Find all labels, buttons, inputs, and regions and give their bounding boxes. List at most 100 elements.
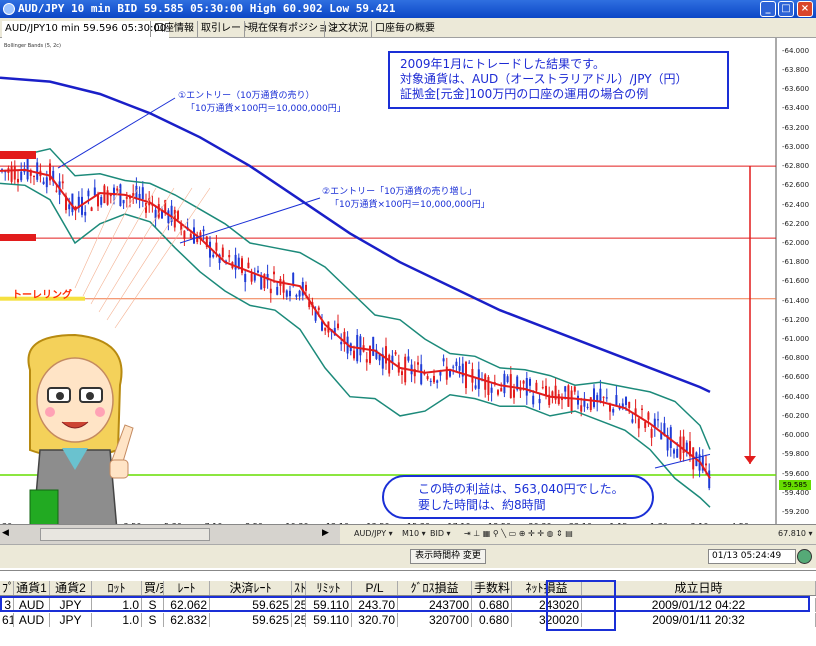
candle-body xyxy=(189,233,192,239)
side-select[interactable]: BID ▾ xyxy=(430,529,451,538)
candle-body xyxy=(468,362,471,364)
candle-body xyxy=(445,366,448,380)
candle-body xyxy=(276,286,279,295)
candle-body xyxy=(250,273,253,282)
candle-body xyxy=(532,395,535,405)
candle-body xyxy=(10,166,13,182)
candle-body xyxy=(708,470,711,489)
candle-body xyxy=(452,366,455,368)
scroll-left-icon[interactable]: ◀ xyxy=(2,528,9,538)
level-tag xyxy=(0,234,36,241)
timeframe-select[interactable]: M10 ▾ xyxy=(402,529,426,538)
candle-body xyxy=(353,350,355,359)
candle-body xyxy=(497,390,499,395)
candle-body xyxy=(669,427,672,448)
entry2-line2: 「10万通貨×100円＝10,000,000円」 xyxy=(330,200,490,210)
candle-body xyxy=(298,290,301,297)
candle-body xyxy=(673,449,675,454)
candle-body xyxy=(637,418,640,429)
chart-scrollbar[interactable]: ◀ ▶ xyxy=(0,524,340,544)
tab-account-summary[interactable]: 口座毎の概要 xyxy=(371,21,438,37)
candle-body xyxy=(586,406,589,408)
candle-body xyxy=(449,370,451,377)
current-price-tag: 59.585 xyxy=(779,480,811,490)
candle-body xyxy=(289,290,291,297)
candle-body xyxy=(529,379,531,386)
y-tick-label: -64.000 xyxy=(782,46,810,55)
table-cell: 通貨2 xyxy=(50,581,92,595)
candle-body xyxy=(503,373,506,394)
info-line: 2009年1月にトレードした結果です。 xyxy=(400,57,605,71)
candle-body xyxy=(17,178,19,183)
candle-body xyxy=(631,419,634,423)
table-header: ﾌﾟﾙ通貨1通貨2ﾛｯﾄ買/売ﾚｰﾄ決済ﾚｰﾄｽﾄｯﾌﾟﾘﾐｯﾄP/Lｸﾞﾛｽ損… xyxy=(0,581,816,596)
tab-orders[interactable]: 注文状況 xyxy=(324,21,371,37)
candle-body xyxy=(26,157,29,180)
table-cell: 1.0 xyxy=(92,613,142,627)
candle-body xyxy=(705,463,707,466)
maximize-button[interactable]: □ xyxy=(778,1,794,17)
annotation-pointer xyxy=(57,97,176,169)
candle-body xyxy=(541,387,544,389)
candle-body xyxy=(625,397,627,405)
y-tick-label: -62.600 xyxy=(782,181,810,190)
info-box: 2009年1月にトレードした結果です。 対象通貨は、AUD（オーストラリアドル）… xyxy=(388,51,729,109)
candle-body xyxy=(628,401,631,409)
candle-body xyxy=(13,165,16,180)
candle-body xyxy=(247,262,250,269)
candle-body xyxy=(340,342,343,345)
close-button[interactable]: × xyxy=(797,1,813,17)
candle-body xyxy=(602,396,605,398)
annotation-pointer xyxy=(179,197,321,244)
candle-body xyxy=(580,405,583,412)
tab-chart[interactable]: AUD/JPY10 min 59.596 05:30:00 xyxy=(2,21,170,38)
tab-account-info[interactable]: 口座情報 xyxy=(150,21,197,37)
table-cell: P/L xyxy=(352,581,398,595)
candle-body xyxy=(433,375,435,383)
symbol-select[interactable]: AUD/JPY ▾ xyxy=(354,529,393,538)
table-row[interactable]: 61AUDJPY1.0S62.83259.6252559.110320.7032… xyxy=(0,613,816,627)
candle-body xyxy=(273,271,275,275)
candle-body xyxy=(369,345,371,364)
candle-body xyxy=(567,385,570,407)
y-tick-label: -61.800 xyxy=(782,258,810,267)
candle-body xyxy=(458,365,461,371)
scroll-right-icon[interactable]: ▶ xyxy=(322,528,329,538)
minimize-button[interactable]: _ xyxy=(760,1,776,17)
tab-bar: AUD/JPY10 min 59.596 05:30:00 口座情報 取引レート… xyxy=(0,18,816,38)
candle-body xyxy=(436,380,439,383)
candle-body xyxy=(55,190,58,192)
candle-body xyxy=(285,290,288,297)
candle-body xyxy=(97,194,99,207)
candle-body xyxy=(215,242,218,251)
entry2-annotation: ②エントリー「10万通貨の売り増し」 「10万通貨×100円＝10,000,00… xyxy=(322,184,490,210)
scroll-thumb[interactable] xyxy=(40,528,210,541)
candle-body xyxy=(87,190,90,197)
candle-body xyxy=(545,385,547,396)
table-cell: 59.110 xyxy=(306,613,352,627)
trailing-label: トーレリング xyxy=(12,290,72,301)
candle-body xyxy=(269,288,272,294)
chart-tools-icon[interactable]: ⇥ ⊥ ▦ ⚲ ╲ ▭ ⊕ ✛ ✛ ◍ ⇕ ▤ xyxy=(464,529,573,538)
y-tick-label: -63.000 xyxy=(782,142,810,151)
change-timeframe-button[interactable]: 表示時間枠 変更 xyxy=(410,549,486,564)
zoom-select[interactable]: 67.810 ▾ xyxy=(778,529,813,538)
table-cell: ﾘﾐｯﾄ xyxy=(306,581,352,595)
profit-callout: この時の利益は、563,040円でした。 要した時間は、約8時間 xyxy=(382,475,654,519)
y-tick-label: -60.400 xyxy=(782,392,810,401)
candle-body xyxy=(525,377,528,396)
y-tick-label: -61.000 xyxy=(782,335,810,344)
y-tick-label: -62.800 xyxy=(782,162,810,171)
candle-body xyxy=(71,193,74,213)
chart-toolbar: AUD/JPY ▾ M10 ▾ BID ▾ ⇥ ⊥ ▦ ⚲ ╲ ▭ ⊕ ✛ ✛ … xyxy=(340,524,816,544)
y-tick-label: -63.800 xyxy=(782,66,810,75)
y-tick-label: -60.600 xyxy=(782,373,810,382)
table-cell: 320700 xyxy=(398,613,472,627)
table-cell: JPY xyxy=(50,613,92,627)
candle-body xyxy=(45,177,48,188)
candle-body xyxy=(212,254,215,257)
table-cell: S xyxy=(142,613,164,627)
table-cell: 320.70 xyxy=(352,613,398,627)
candle-body xyxy=(295,295,298,297)
candle-body xyxy=(116,188,119,191)
